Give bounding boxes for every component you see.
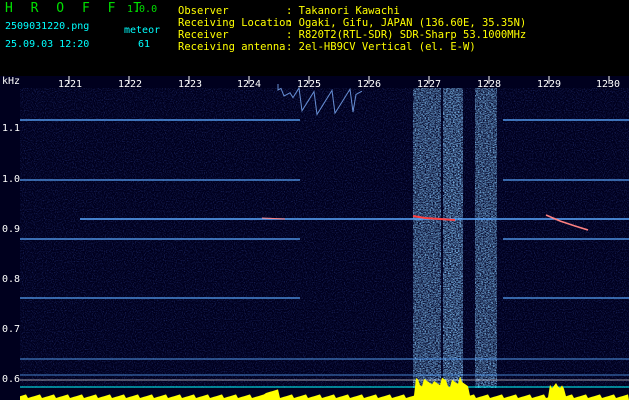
x-tick-label: 1224 [237, 79, 262, 90]
header-panel: H R O F F T 1.0.0 2509031220.png meteor … [0, 0, 629, 76]
spectrogram-canvas [0, 76, 629, 400]
x-tick-label: 1230 [596, 79, 621, 90]
interference-band-2 [443, 88, 463, 388]
y-tick-label: 0.6 [2, 374, 21, 385]
y-tick-label: 0.8 [2, 274, 21, 285]
file-name: 2509031220.png [5, 21, 90, 32]
interference-band-3 [475, 88, 497, 388]
x-tick-label: 1222 [118, 79, 143, 90]
x-tick-label: 1227 [417, 79, 442, 90]
x-tick-label: 1229 [537, 79, 562, 90]
y-tick-label: 0.9 [2, 224, 21, 235]
location-value: : Ogaki, Gifu, JAPAN (136.60E, 35.35N) [286, 17, 527, 29]
observer-label: Observer [178, 5, 229, 17]
y-tick-label: 0.7 [2, 324, 21, 335]
x-tick-label: 1228 [477, 79, 502, 90]
x-tick-label: 1225 [297, 79, 322, 90]
spectrogram: kHz 1.1 1.0 0.9 0.8 0.7 0.6 1221 1222 12… [0, 76, 629, 400]
mode-label: meteor [124, 25, 161, 36]
location-label: Receiving Location [178, 17, 292, 29]
observer-value: : Takanori Kawachi [286, 5, 400, 17]
interference-band-1 [413, 88, 441, 388]
unit-label: kHz [2, 76, 21, 87]
background-noise [20, 88, 629, 388]
app-version: 1.0.0 [127, 4, 158, 15]
x-tick-label: 1223 [178, 79, 203, 90]
y-tick-label: 1.1 [2, 123, 21, 134]
antenna-label: Receiving antenna [178, 41, 286, 53]
antenna-value: : 2el-HB9CV Vertical (el. E-W) [286, 41, 476, 53]
x-tick-label: 1226 [357, 79, 382, 90]
date-time: 25.09.03 12:20 [5, 39, 90, 50]
meteor-count: 61 [138, 39, 151, 50]
app-title: H R O F F T [5, 1, 147, 16]
receiver-value: : R820T2(RTL-SDR) SDR-Sharp 53.1000MHz [286, 29, 527, 41]
y-tick-label: 1.0 [2, 174, 21, 185]
receiver-label: Receiver [178, 29, 229, 41]
x-tick-label: 1221 [58, 79, 83, 90]
